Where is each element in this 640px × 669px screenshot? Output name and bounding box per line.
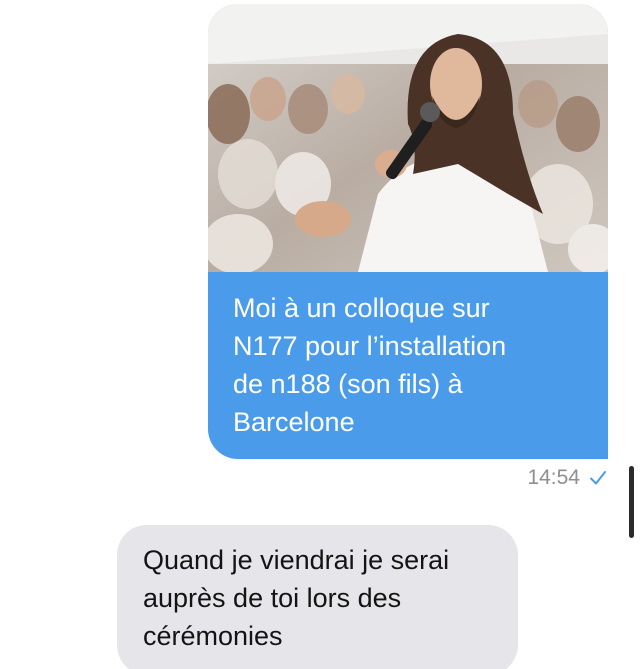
message-meta: 14:54	[527, 466, 608, 490]
incoming-message-text: Quand je viendrai je serai auprès de toi…	[143, 545, 450, 651]
message-photo[interactable]	[208, 4, 608, 272]
outgoing-message-text: Moi à un colloque sur N177 pour l’instal…	[233, 293, 507, 437]
chat-screen: Moi à un colloque sur N177 pour l’instal…	[0, 0, 640, 669]
photo-illustration	[208, 4, 608, 272]
outgoing-message-bubble[interactable]: Moi à un colloque sur N177 pour l’instal…	[208, 4, 608, 459]
message-timestamp: 14:54	[527, 466, 580, 489]
incoming-message-bubble[interactable]: Quand je viendrai je serai auprès de toi…	[117, 525, 518, 669]
scroll-indicator[interactable]	[629, 466, 634, 538]
check-icon	[588, 468, 608, 488]
